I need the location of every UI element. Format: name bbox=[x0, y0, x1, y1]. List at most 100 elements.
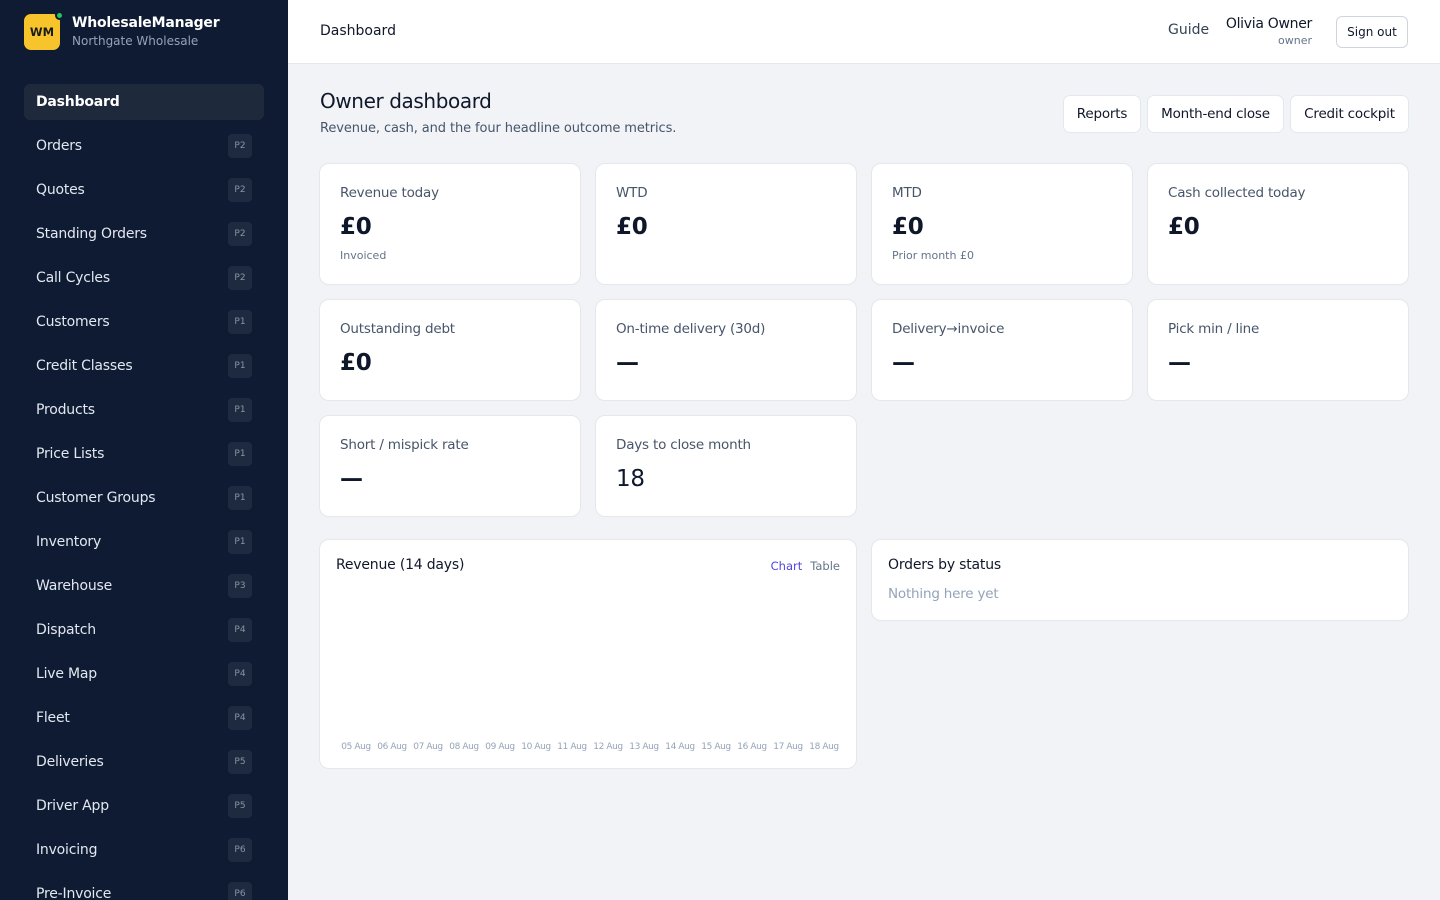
sidebar-item-dashboard[interactable]: Dashboard bbox=[24, 84, 264, 120]
metric-value: — bbox=[340, 466, 363, 492]
sidebar-item-orders[interactable]: Orders P2 bbox=[24, 128, 264, 164]
revenue-chart: 05 Aug 06 Aug 07 Aug 08 Aug 09 Aug 10 Aug 11 A… bbox=[341, 742, 839, 752]
metric-value: 18 bbox=[616, 466, 645, 492]
sidebar-item-fleet[interactable]: Fleet P4 bbox=[24, 700, 264, 736]
phase-badge: P1 bbox=[228, 530, 252, 554]
sidebar-item-price-lists[interactable]: Price Lists P1 bbox=[24, 436, 264, 472]
phase-badge: P4 bbox=[228, 662, 252, 686]
phase-badge: P6 bbox=[228, 882, 252, 900]
metric-card: Cash collected today £0 bbox=[1147, 163, 1409, 285]
metric-card: Outstanding debt £0 bbox=[319, 299, 581, 401]
sidebar-item-label: Customer Groups bbox=[36, 490, 156, 506]
metric-value: — bbox=[616, 350, 639, 376]
x-tick-label: 11 Aug bbox=[557, 742, 587, 752]
metric-label: Days to close month bbox=[616, 437, 751, 453]
phase-badge: P5 bbox=[228, 750, 252, 774]
page-subtitle: Revenue, cash, and the four headline out… bbox=[320, 121, 677, 136]
sidebar-item-customer-groups[interactable]: Customer Groups P1 bbox=[24, 480, 264, 516]
page-title: Owner dashboard bbox=[320, 89, 492, 113]
x-tick-label: 12 Aug bbox=[593, 742, 623, 752]
sidebar-item-label: Dashboard bbox=[36, 94, 120, 110]
metric-note: Invoiced bbox=[340, 249, 387, 262]
sidebar-item-live-map[interactable]: Live Map P4 bbox=[24, 656, 264, 692]
metric-label: Delivery→invoice bbox=[892, 321, 1005, 337]
sign-out-button[interactable]: Sign out bbox=[1336, 16, 1408, 48]
sidebar-item-quotes[interactable]: Quotes P2 bbox=[24, 172, 264, 208]
sidebar-item-pre-invoice[interactable]: Pre-Invoice P6 bbox=[24, 876, 264, 900]
metric-card: Delivery→invoice — bbox=[871, 299, 1133, 401]
x-tick-label: 14 Aug bbox=[665, 742, 695, 752]
x-tick-label: 17 Aug bbox=[773, 742, 803, 752]
guide-link[interactable]: Guide bbox=[1168, 22, 1209, 38]
sidebar-item-driver-app[interactable]: Driver App P5 bbox=[24, 788, 264, 824]
x-tick-label: 16 Aug bbox=[737, 742, 767, 752]
metric-label: Pick min / line bbox=[1168, 321, 1260, 337]
sidebar-item-label: Deliveries bbox=[36, 754, 104, 770]
sidebar-item-products[interactable]: Products P1 bbox=[24, 392, 264, 428]
phase-badge: P1 bbox=[228, 486, 252, 510]
metric-card: On-time delivery (30d) — bbox=[595, 299, 857, 401]
phase-badge: P1 bbox=[228, 310, 252, 334]
sidebar-item-label: Pre-Invoice bbox=[36, 886, 112, 900]
sidebar-nav: Dashboard Orders P2 Quotes P2 Standing Orders… bbox=[24, 84, 264, 900]
sidebar-item-invoicing[interactable]: Invoicing P6 bbox=[24, 832, 264, 868]
sidebar-item-label: Dispatch bbox=[36, 622, 96, 638]
metric-card: Pick min / line — bbox=[1147, 299, 1409, 401]
sidebar-item-label: Warehouse bbox=[36, 578, 113, 594]
sidebar-item-warehouse[interactable]: Warehouse P3 bbox=[24, 568, 264, 604]
sidebar-item-customers[interactable]: Customers P1 bbox=[24, 304, 264, 340]
metric-value: £0 bbox=[892, 214, 924, 240]
metric-card: MTD £0 Prior month £0 bbox=[871, 163, 1133, 285]
metric-card: Days to close month 18 bbox=[595, 415, 857, 517]
sidebar-item-label: Live Map bbox=[36, 666, 97, 682]
metric-card: Short / mispick rate — bbox=[319, 415, 581, 517]
sidebar-item-deliveries[interactable]: Deliveries P5 bbox=[24, 744, 264, 780]
user-name: Olivia Owner bbox=[1225, 16, 1312, 32]
sidebar-item-dispatch[interactable]: Dispatch P4 bbox=[24, 612, 264, 648]
phase-badge: P6 bbox=[228, 838, 252, 862]
metric-value: £0 bbox=[1168, 214, 1200, 240]
x-tick-label: 10 Aug bbox=[521, 742, 551, 752]
chart-view-tab[interactable]: Chart bbox=[771, 559, 803, 573]
phase-badge: P3 bbox=[228, 574, 252, 598]
empty-state: Nothing here yet bbox=[888, 586, 999, 602]
reports-button[interactable]: Reports bbox=[1063, 95, 1141, 133]
metric-label: Cash collected today bbox=[1168, 185, 1306, 201]
metric-label: Outstanding debt bbox=[340, 321, 455, 337]
topbar: Dashboard Guide Olivia Owner owner Sign … bbox=[288, 0, 1440, 64]
brand[interactable]: WM WholesaleManager Northgate Wholesale bbox=[24, 11, 220, 50]
month-end-close-button[interactable]: Month-end close bbox=[1147, 95, 1284, 133]
phase-badge: P1 bbox=[228, 354, 252, 378]
revenue-panel: 05 Aug 06 Aug 07 Aug 08 Aug 09 Aug 10 Aug 11 A… bbox=[319, 539, 857, 769]
phase-badge: P1 bbox=[228, 398, 252, 422]
metric-value: £0 bbox=[340, 214, 372, 240]
phase-badge: P2 bbox=[228, 222, 252, 246]
x-tick-label: 09 Aug bbox=[485, 742, 515, 752]
metric-label: MTD bbox=[892, 185, 922, 201]
sidebar: WM WholesaleManager Northgate Wholesale … bbox=[0, 0, 288, 900]
sidebar-item-inventory[interactable]: Inventory P1 bbox=[24, 524, 264, 560]
x-tick-label: 13 Aug bbox=[629, 742, 659, 752]
metric-value: — bbox=[1168, 350, 1191, 376]
sidebar-item-label: Credit Classes bbox=[36, 358, 133, 374]
x-tick-label: 05 Aug bbox=[341, 742, 371, 752]
x-tick-label: 07 Aug bbox=[413, 742, 443, 752]
phase-badge: P5 bbox=[228, 794, 252, 818]
sidebar-item-label: Orders bbox=[36, 138, 82, 154]
sidebar-item-label: Quotes bbox=[36, 182, 85, 198]
table-view-tab[interactable]: Table bbox=[810, 559, 840, 573]
sidebar-item-label: Price Lists bbox=[36, 446, 105, 462]
status-dot-icon bbox=[55, 11, 64, 20]
metric-label: Revenue today bbox=[340, 185, 439, 201]
credit-cockpit-button[interactable]: Credit cockpit bbox=[1290, 95, 1409, 133]
sidebar-item-call-cycles[interactable]: Call Cycles P2 bbox=[24, 260, 264, 296]
metric-label: On-time delivery (30d) bbox=[616, 321, 766, 337]
metric-value: £0 bbox=[616, 214, 648, 240]
phase-badge: P2 bbox=[228, 266, 252, 290]
sidebar-item-label: Call Cycles bbox=[36, 270, 110, 286]
sidebar-item-label: Invoicing bbox=[36, 842, 98, 858]
sidebar-item-credit-classes[interactable]: Credit Classes P1 bbox=[24, 348, 264, 384]
breadcrumb: Dashboard bbox=[320, 23, 396, 39]
metric-value: — bbox=[892, 350, 915, 376]
sidebar-item-standing-orders[interactable]: Standing Orders P2 bbox=[24, 216, 264, 252]
